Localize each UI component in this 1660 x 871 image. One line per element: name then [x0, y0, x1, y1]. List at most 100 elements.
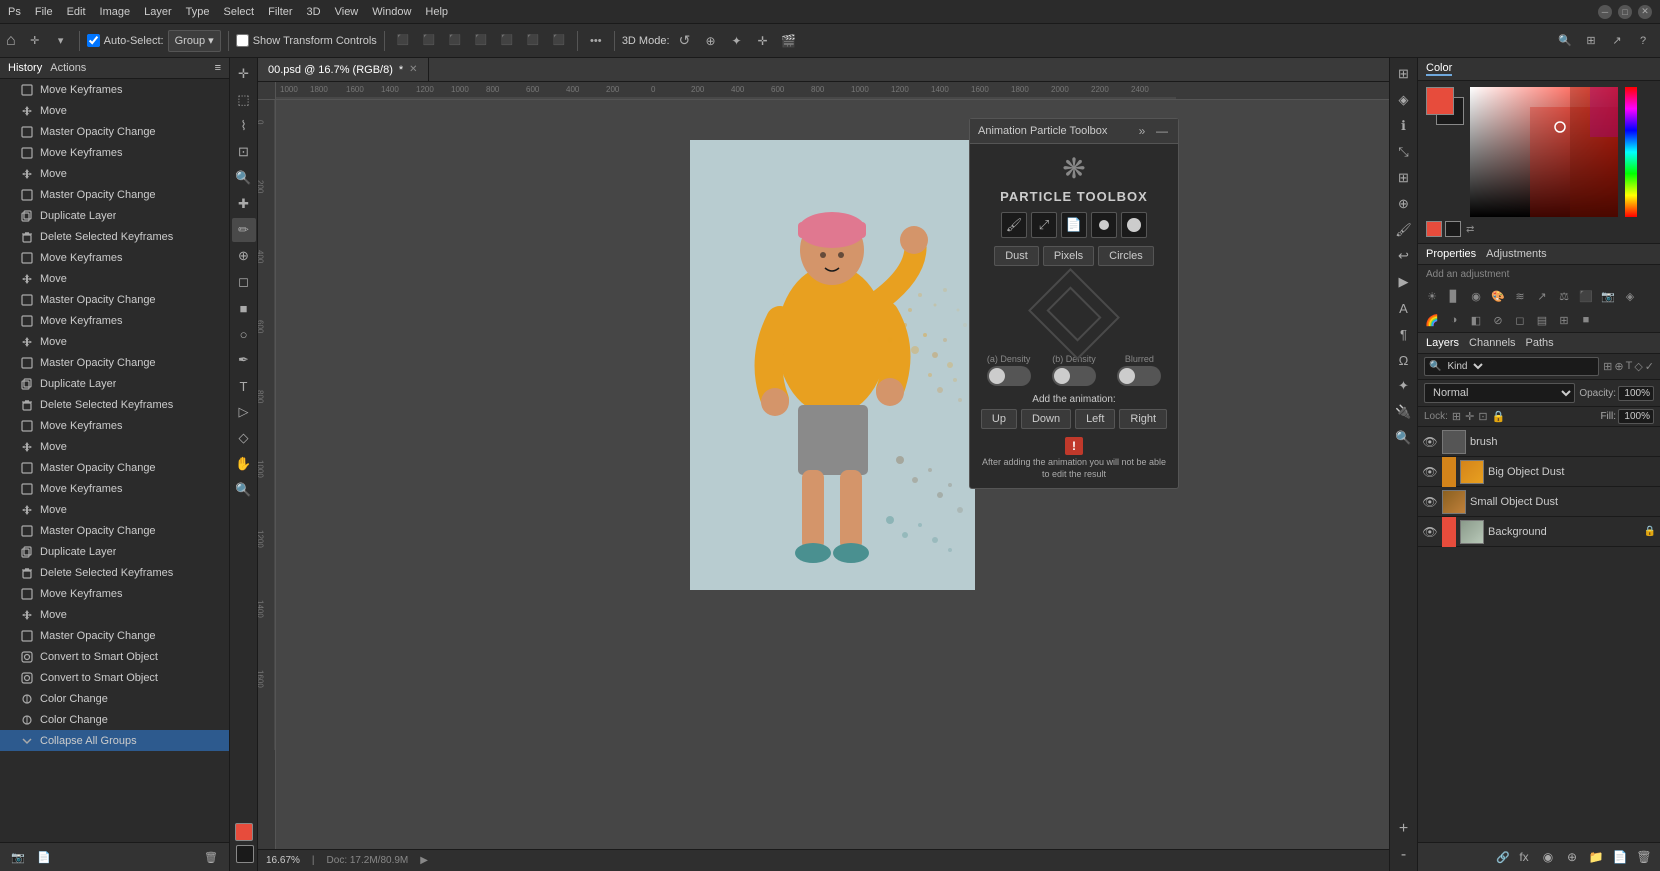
prop-hue-icon[interactable]: 🌈: [1422, 310, 1442, 330]
layer-eye-brush[interactable]: 👁: [1422, 434, 1438, 450]
select-resize-btn[interactable]: ⤡: [1392, 140, 1416, 164]
channels-btn[interactable]: ◈: [1392, 88, 1416, 112]
color-hue-bar[interactable]: [1625, 87, 1637, 217]
layers-kind-select[interactable]: Kind: [1441, 359, 1486, 374]
pt-brush-btn[interactable]: 🖌: [1001, 212, 1027, 238]
anim-down-btn[interactable]: Down: [1021, 409, 1071, 429]
history-item[interactable]: Delete Selected Keyframes: [0, 394, 229, 415]
pt-expand-btn[interactable]: ⤢: [1031, 212, 1057, 238]
layer-item-big-dust[interactable]: 👁 Big Object Dust: [1418, 457, 1660, 487]
filter-shape-icon[interactable]: ◇: [1634, 360, 1642, 373]
3d-move-btn[interactable]: ✛: [752, 30, 774, 52]
app-logo[interactable]: Ps: [8, 6, 21, 18]
actions-panel-btn[interactable]: ▶: [1392, 270, 1416, 294]
clone-tool[interactable]: ⊕: [232, 244, 256, 268]
pt-dust-btn[interactable]: Dust: [994, 246, 1039, 266]
history-item[interactable]: Move: [0, 268, 229, 289]
history-item[interactable]: Move: [0, 331, 229, 352]
prop-bw-icon[interactable]: ⬛: [1576, 286, 1596, 306]
layer-eye-background[interactable]: 👁: [1422, 524, 1438, 540]
zoom-tool[interactable]: 🔍: [232, 478, 256, 502]
zoom-panel-btn[interactable]: 🔍: [1392, 426, 1416, 450]
menu-edit[interactable]: Edit: [67, 6, 86, 18]
prop-circle-icon[interactable]: ◉: [1466, 286, 1486, 306]
history-item[interactable]: Master Opacity Change: [0, 457, 229, 478]
layer-item-background[interactable]: 👁 Background 🔒: [1418, 517, 1660, 547]
3d-pan-btn[interactable]: ⊕: [700, 30, 722, 52]
marquee-tool[interactable]: ⬚: [232, 88, 256, 112]
layer-item-small-dust[interactable]: 👁 Small Object Dust: [1418, 487, 1660, 517]
history-item[interactable]: Move Keyframes: [0, 478, 229, 499]
history-item[interactable]: Master Opacity Change: [0, 121, 229, 142]
history-item[interactable]: Color Change: [0, 709, 229, 730]
filter-adjust-icon[interactable]: ⊕: [1614, 360, 1623, 373]
foreground-color-swatch[interactable]: [1426, 87, 1454, 115]
3d-extra-btn[interactable]: 🎬: [778, 30, 800, 52]
prop-selcolor-icon[interactable]: ◧: [1466, 310, 1486, 330]
layer-item-brush[interactable]: 👁 brush: [1418, 427, 1660, 457]
menu-file[interactable]: File: [35, 6, 53, 18]
menu-image[interactable]: Image: [100, 6, 131, 18]
blurred-toggle[interactable]: [1117, 366, 1161, 386]
history-item[interactable]: Collapse All Groups: [0, 730, 229, 751]
history-item[interactable]: Master Opacity Change: [0, 184, 229, 205]
add-adjustment-btn[interactable]: ⊕: [1562, 847, 1582, 867]
help-icon-btn[interactable]: ?: [1632, 30, 1654, 52]
prop-channel-icon[interactable]: ≋: [1510, 286, 1530, 306]
new-snapshot-btn[interactable]: 📷: [8, 847, 28, 867]
new-layer-btn[interactable]: 📄: [1610, 847, 1630, 867]
path-tool[interactable]: ▷: [232, 400, 256, 424]
pen-tool[interactable]: ✒: [232, 348, 256, 372]
share-btn[interactable]: ↗: [1606, 30, 1628, 52]
actions-tab[interactable]: Actions: [50, 62, 86, 74]
pt-circles-btn[interactable]: Circles: [1098, 246, 1154, 266]
color-spectrum[interactable]: [1470, 87, 1618, 217]
transform-btn[interactable]: ⊞: [1392, 166, 1416, 190]
lasso-tool[interactable]: ⌇: [232, 114, 256, 138]
layer-eye-small-dust[interactable]: 👁: [1422, 494, 1438, 510]
3d-scale-btn[interactable]: ✦: [726, 30, 748, 52]
particle-toolbox-close[interactable]: —: [1154, 123, 1170, 139]
brush-tool[interactable]: ✏: [232, 218, 256, 242]
text-tool[interactable]: T: [232, 374, 256, 398]
properties-tab[interactable]: Properties: [1426, 248, 1476, 260]
new-document-btn[interactable]: 📄: [34, 847, 54, 867]
history-panel-btn[interactable]: ↩: [1392, 244, 1416, 268]
prop-solid-icon[interactable]: ■: [1576, 310, 1596, 330]
layers-tab[interactable]: Layers: [1426, 337, 1459, 349]
kuler-btn[interactable]: ✦: [1392, 374, 1416, 398]
brush-panel-btn[interactable]: 🖌: [1392, 218, 1416, 242]
shape-tool[interactable]: ◇: [232, 426, 256, 450]
particle-toolbox-header[interactable]: Animation Particle Toolbox » —: [970, 119, 1178, 144]
filter-text-icon[interactable]: T: [1626, 360, 1633, 373]
lock-position-btn[interactable]: ✛: [1465, 410, 1474, 423]
bg-mode-swatch[interactable]: [1445, 221, 1461, 237]
density-b-toggle[interactable]: [1052, 366, 1096, 386]
maximize-button[interactable]: □: [1618, 5, 1632, 19]
mini-zoom-out[interactable]: -: [1392, 843, 1416, 867]
mini-zoom-in[interactable]: +: [1392, 817, 1416, 841]
menu-layer[interactable]: Layer: [144, 6, 172, 18]
move-tool[interactable]: ✛: [232, 62, 256, 86]
home-button[interactable]: ⌂: [6, 32, 16, 50]
add-style-btn[interactable]: fx: [1514, 847, 1534, 867]
gradient-tool[interactable]: ■: [232, 296, 256, 320]
history-item[interactable]: Move Keyframes: [0, 142, 229, 163]
add-group-btn[interactable]: 📁: [1586, 847, 1606, 867]
prop-gradient-icon[interactable]: ▤: [1532, 310, 1552, 330]
lock-pixels-btn[interactable]: ⊞: [1452, 410, 1461, 423]
opacity-input[interactable]: [1618, 386, 1654, 401]
filter-smart-icon[interactable]: ✓: [1645, 360, 1654, 373]
paths-tab[interactable]: Paths: [1526, 337, 1554, 349]
history-item[interactable]: Duplicate Layer: [0, 205, 229, 226]
healing-tool[interactable]: ✚: [232, 192, 256, 216]
history-tab[interactable]: History: [8, 62, 42, 74]
history-item[interactable]: Master Opacity Change: [0, 625, 229, 646]
history-item[interactable]: Move Keyframes: [0, 79, 229, 100]
3d-rotate-btn[interactable]: ↺: [674, 30, 696, 52]
adjustments-tab[interactable]: Adjustments: [1486, 248, 1547, 260]
history-item[interactable]: Move Keyframes: [0, 415, 229, 436]
link-layers-btn[interactable]: 🔗: [1496, 851, 1510, 864]
history-item[interactable]: Master Opacity Change: [0, 289, 229, 310]
eraser-tool[interactable]: ◻: [232, 270, 256, 294]
